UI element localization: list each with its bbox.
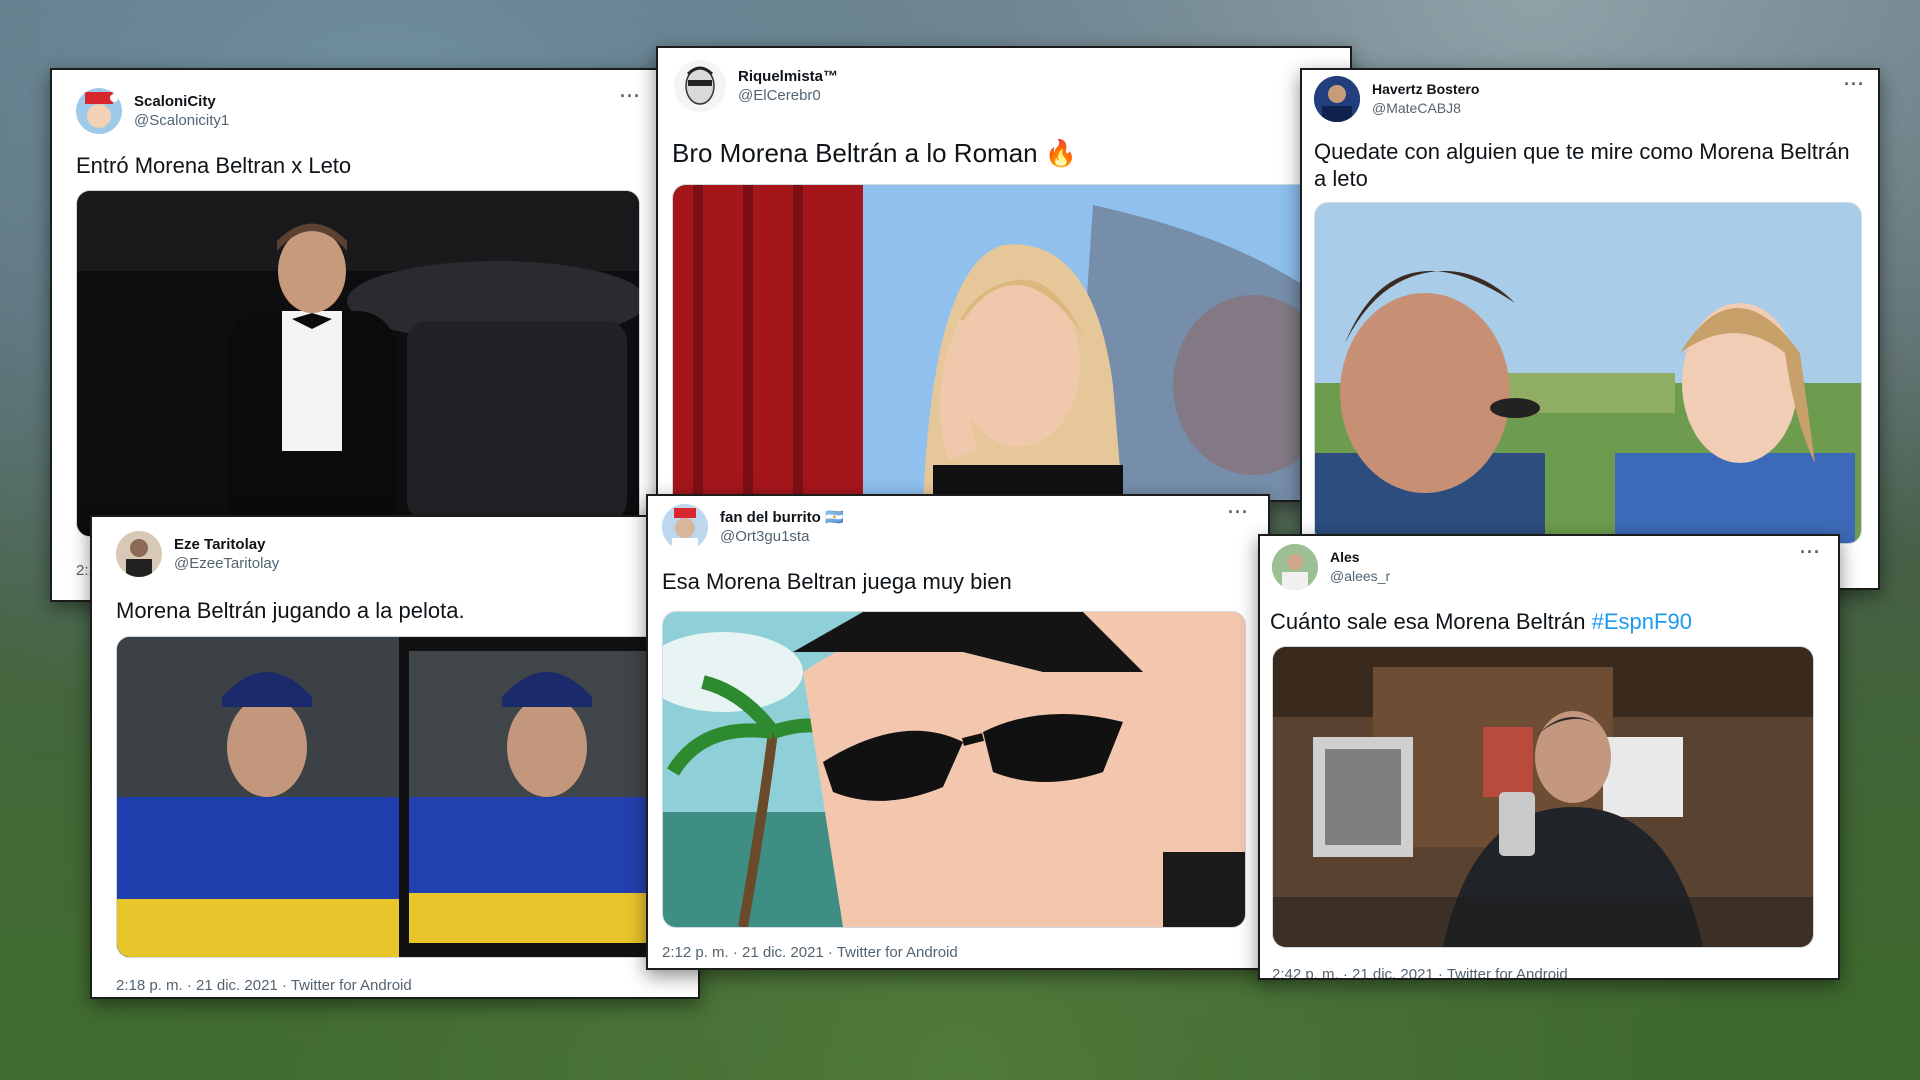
tweet-card-ales[interactable]: Ales @alees_r ··· Cuánto sale esa Morena… [1258,534,1840,980]
avatar[interactable] [662,504,708,550]
tweet-image[interactable] [116,636,678,958]
user-handle[interactable]: @MateCABJ8 [1372,99,1479,118]
tweet-text: Esa Morena Beltran juega muy bien [662,569,1012,594]
tweet-card-fan-del-burrito[interactable]: fan del burrito 🇦🇷 @Ort3gu1sta ··· Esa M… [646,494,1270,970]
avatar[interactable] [116,531,162,577]
tweet-card-riquelmista[interactable]: Riquelmista™ @ElCerebr0 Bro Morena Beltr… [656,46,1352,502]
more-options-icon[interactable]: ··· [1800,542,1821,563]
tweet-text: Morena Beltrán jugando a la pelota. [116,598,465,623]
hashtag-link[interactable]: #EspnF90 [1592,609,1692,634]
tweet-image[interactable] [76,190,640,537]
user-handle[interactable]: @EzeeTaritolay [174,554,279,573]
tweet-text: Quedate con alguien que te mire como Mor… [1314,139,1850,191]
tweet-image[interactable] [662,611,1246,928]
tweet-image[interactable] [1272,646,1814,948]
tweet-timestamp[interactable]: 2:18 p. m. · 21 dic. 2021 · Twitter for … [116,977,412,994]
display-name[interactable]: Havertz Bostero [1372,80,1479,99]
display-name[interactable]: ScaloniCity [134,92,229,111]
display-name[interactable]: Eze Taritolay [174,535,279,554]
tweet-text-body: Cuánto sale esa Morena Beltrán [1270,609,1592,634]
avatar[interactable] [1314,76,1360,122]
tweet-card-eze-taritolay[interactable]: Eze Taritolay @EzeeTaritolay Morena Belt… [90,515,700,999]
tweet-image[interactable] [1314,202,1862,544]
display-name[interactable]: Ales [1330,548,1390,567]
more-options-icon[interactable]: ··· [1228,502,1249,523]
tweet-text: Bro Morena Beltrán a lo Roman 🔥 [672,138,1077,168]
display-name[interactable]: fan del burrito 🇦🇷 [720,508,844,527]
tweet-timestamp[interactable]: 2:42 p. m. · 21 dic. 2021 · Twitter for … [1272,966,1568,978]
tweet-text: Cuánto sale esa Morena Beltrán #EspnF90 [1270,608,1692,635]
user-handle[interactable]: @ElCerebr0 [738,86,838,105]
user-handle[interactable]: @alees_r [1330,567,1390,586]
tweet-card-havertz-bostero[interactable]: Havertz Bostero @MateCABJ8 ··· Quedate c… [1300,68,1880,590]
user-handle[interactable]: @Scalonicity1 [134,111,229,130]
more-options-icon[interactable]: ··· [1844,74,1865,95]
more-options-icon[interactable]: ··· [620,86,641,107]
display-name[interactable]: Riquelmista™ [738,67,838,86]
avatar[interactable] [1272,544,1318,590]
tweet-timestamp[interactable]: 2:12 p. m. · 21 dic. 2021 · Twitter for … [662,944,958,961]
user-handle[interactable]: @Ort3gu1sta [720,527,844,546]
tweet-text-body: Bro Morena Beltrán a lo Roman [672,138,1038,168]
tweet-text: Entró Morena Beltran x Leto [76,153,352,178]
fire-emoji-icon: 🔥 [1044,138,1078,168]
tweet-image[interactable] [672,184,1350,500]
avatar[interactable] [674,60,726,112]
avatar[interactable] [76,88,122,134]
